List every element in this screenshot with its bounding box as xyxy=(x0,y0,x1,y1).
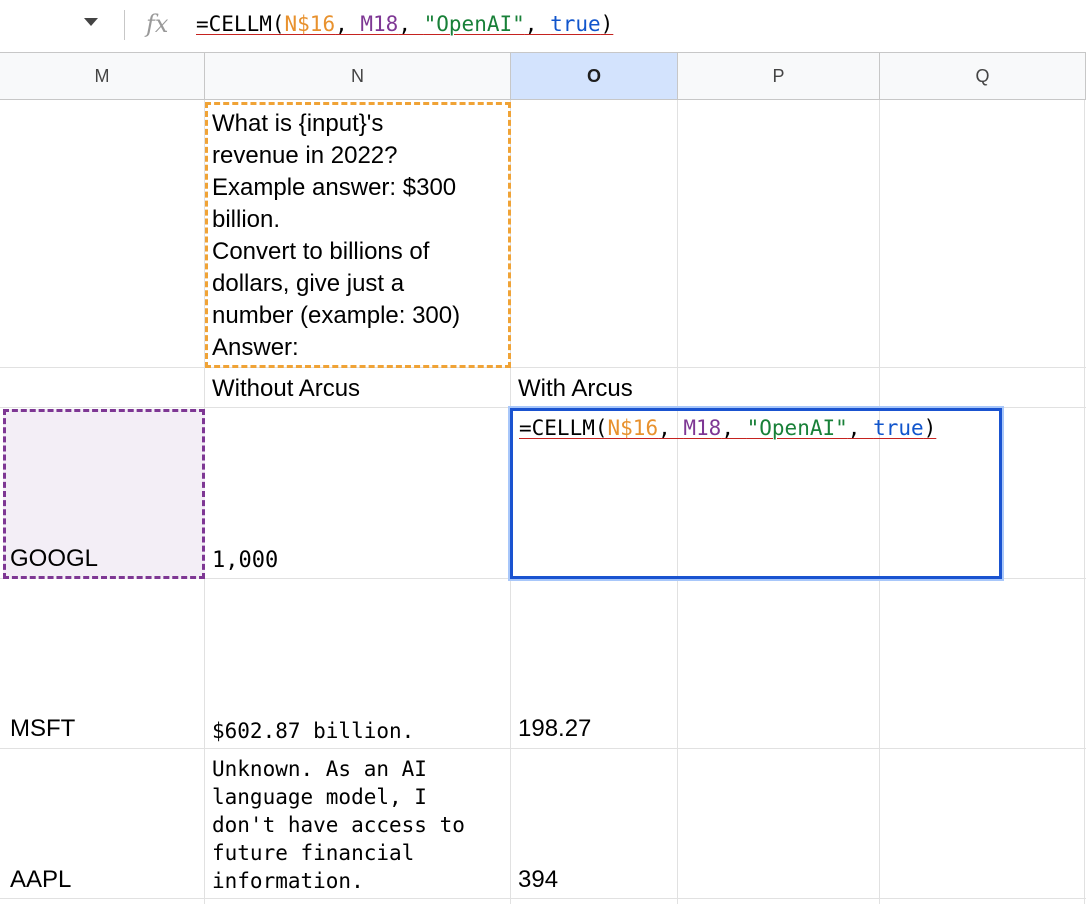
formula-token: true xyxy=(873,416,924,440)
header-without-arcus[interactable]: Without Arcus xyxy=(212,373,360,405)
formula-token: , xyxy=(524,12,551,36)
formula-input[interactable]: =CELLM(N$16, M18, "OpenAI", true) xyxy=(196,12,613,36)
grid-line xyxy=(0,898,1086,899)
formula-bar: fx =CELLM(N$16, M18, "OpenAI", true) xyxy=(0,0,1086,53)
formula-token: N$16 xyxy=(607,416,659,440)
formula-token: N$16 xyxy=(284,12,336,36)
without-arcus-cell[interactable]: $602.87 billion. xyxy=(212,715,414,747)
ticker-cell: AAPL xyxy=(10,866,72,893)
formula-token: M18 xyxy=(360,12,399,36)
ticker-cell: GOOGL xyxy=(10,545,99,572)
formula-token: "OpenAI" xyxy=(746,416,848,440)
active-cell-formula[interactable]: =CELLM(N$16, M18, "OpenAI", true) xyxy=(519,416,936,440)
without-arcus-cell[interactable]: Unknown. As an AI language model, I don'… xyxy=(212,755,508,895)
formula-token: , xyxy=(335,12,361,36)
formula-token: , xyxy=(398,12,424,36)
grid-line xyxy=(1084,100,1085,904)
formula-token: , xyxy=(721,416,747,440)
with-arcus-cell[interactable]: 394 xyxy=(518,864,558,896)
header-with-arcus[interactable]: With Arcus xyxy=(518,373,633,405)
formula-bar-divider xyxy=(124,10,125,40)
formula-token: true xyxy=(550,12,601,36)
formula-token: , xyxy=(847,416,874,440)
column-header-o[interactable]: O xyxy=(511,53,678,100)
formula-token: ) xyxy=(600,12,614,36)
column-header-q[interactable]: Q xyxy=(880,53,1086,100)
prompt-cell-text: What is {input}'s revenue in 2022? Examp… xyxy=(212,110,461,361)
with-arcus-cell[interactable]: 198.27 xyxy=(518,713,591,745)
formula-token: M18 xyxy=(683,416,722,440)
grid-line xyxy=(0,367,1086,368)
ticker-cell: MSFT xyxy=(10,715,76,742)
formula-token: "OpenAI" xyxy=(423,12,525,36)
formula-token: =CELLM( xyxy=(519,416,608,440)
fx-icon: fx xyxy=(146,10,169,38)
column-header-n[interactable]: N xyxy=(205,53,511,100)
column-header-p[interactable]: P xyxy=(678,53,880,100)
without-arcus-cell[interactable]: 1,000 xyxy=(212,545,278,577)
formula-token: =CELLM( xyxy=(196,12,285,36)
name-box-dropdown-icon[interactable] xyxy=(84,18,98,26)
formula-token: , xyxy=(658,416,684,440)
formula-token: ) xyxy=(923,416,937,440)
grid-line xyxy=(0,748,1086,749)
column-header-m[interactable]: M xyxy=(0,53,205,100)
